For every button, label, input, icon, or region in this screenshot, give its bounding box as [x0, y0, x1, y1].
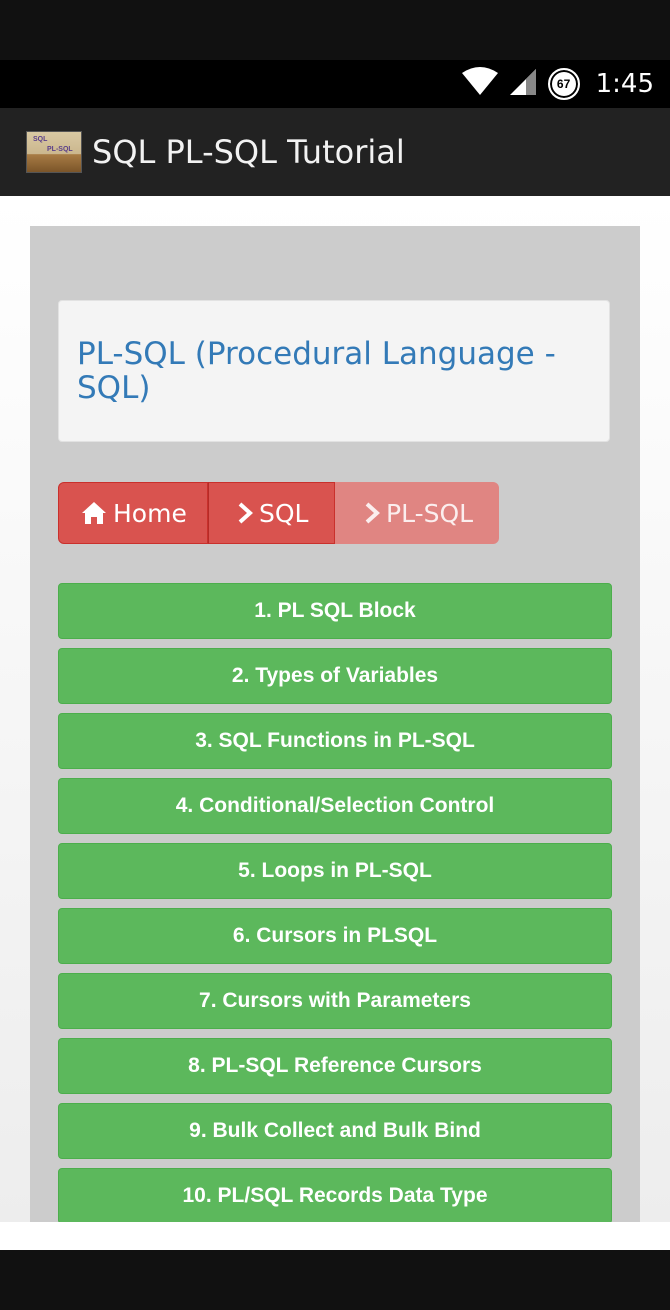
topic-button[interactable]: 8. PL-SQL Reference Cursors — [58, 1038, 612, 1094]
status-time: 1:45 — [595, 69, 654, 99]
breadcrumb-current-label: PL-SQL — [386, 498, 474, 528]
topic-button[interactable]: 1. PL SQL Block — [58, 583, 612, 639]
breadcrumb-sql[interactable]: SQL — [208, 482, 335, 544]
page-header-card: PL-SQL (Procedural Language - SQL) — [58, 300, 610, 442]
top-system-area — [0, 0, 670, 60]
topic-list: 1. PL SQL Block 2. Types of Variables 3.… — [58, 583, 612, 1222]
signal-icon — [509, 67, 536, 102]
app-title: SQL PL-SQL Tutorial — [92, 133, 405, 171]
topic-button[interactable]: 2. Types of Variables — [58, 648, 612, 704]
topic-button[interactable]: 6. Cursors in PLSQL — [58, 908, 612, 964]
topic-button[interactable]: 7. Cursors with Parameters — [58, 973, 612, 1029]
app-logo: SQL PL-SQL — [26, 131, 82, 173]
topic-button[interactable]: 9. Bulk Collect and Bulk Bind — [58, 1103, 612, 1159]
wifi-icon — [461, 66, 498, 102]
logo-text-bottom: PL-SQL — [47, 146, 73, 153]
logo-text-top: SQL — [33, 136, 48, 143]
topic-button[interactable]: 3. SQL Functions in PL-SQL — [58, 713, 612, 769]
action-bar: SQL PL-SQL SQL PL-SQL Tutorial — [0, 108, 670, 196]
navigation-bar — [0, 1250, 670, 1310]
content-panel: PL-SQL (Procedural Language - SQL) Home … — [30, 226, 640, 1222]
status-bar: 67 1:45 — [0, 60, 670, 108]
breadcrumb-home-label: Home — [113, 498, 187, 528]
status-icons: 67 1:45 — [461, 60, 654, 108]
topic-button[interactable]: 10. PL/SQL Records Data Type — [58, 1168, 612, 1222]
page-title: PL-SQL (Procedural Language - SQL) — [77, 336, 556, 406]
breadcrumb-home[interactable]: Home — [58, 482, 208, 544]
battery-icon: 67 — [547, 68, 580, 100]
chevron-right-icon — [237, 502, 253, 524]
breadcrumb-current: PL-SQL — [335, 482, 499, 544]
chevron-right-icon — [364, 502, 380, 524]
topic-button[interactable]: 5. Loops in PL-SQL — [58, 843, 612, 899]
breadcrumb: Home SQL PL-SQL — [58, 482, 499, 544]
breadcrumb-sql-label: SQL — [259, 498, 309, 528]
home-icon — [81, 501, 107, 525]
topic-button[interactable]: 4. Conditional/Selection Control — [58, 778, 612, 834]
